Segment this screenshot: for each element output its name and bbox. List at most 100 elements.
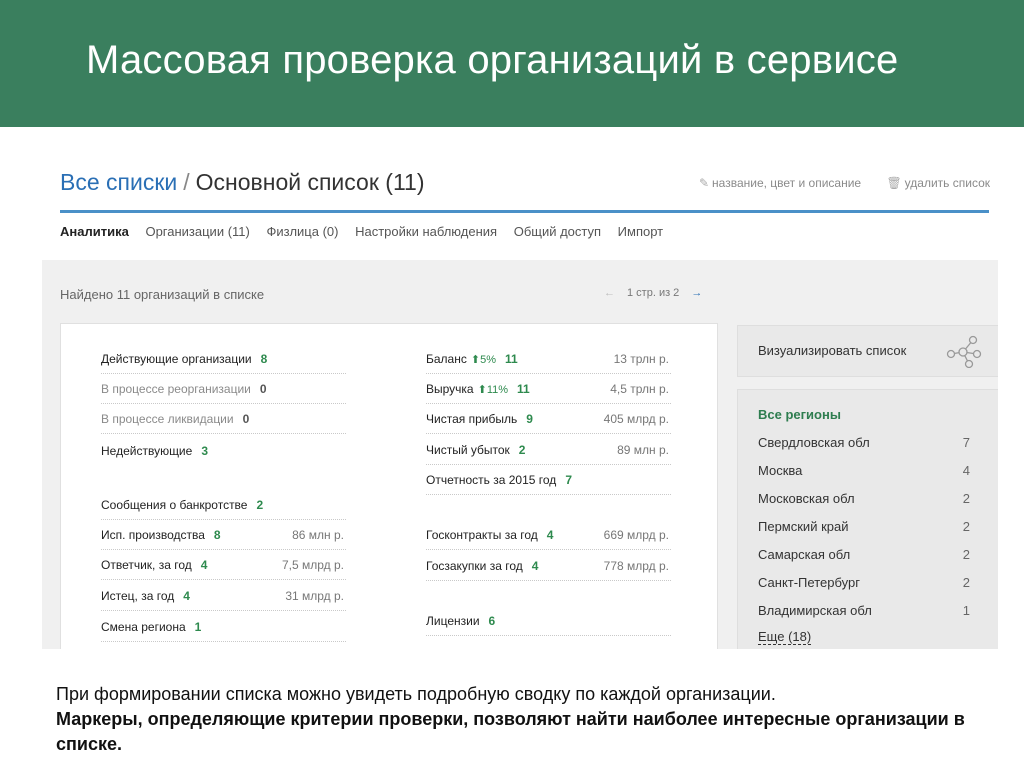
row-label: Баланс (426, 352, 467, 366)
growth-percent: 11% (486, 384, 509, 396)
row-count: 9 (526, 412, 533, 426)
row-count: 3 (201, 444, 208, 458)
row-value: 13 трлн р. (613, 352, 669, 366)
tab-individuals[interactable]: Физлица (0) (266, 224, 338, 239)
slide-title: Массовая проверка организаций в сервисе (86, 38, 899, 82)
region-name: Самарская обл (758, 547, 851, 562)
region-count: 7 (962, 435, 970, 450)
growth-indicator: ⬆5% (471, 354, 496, 366)
caption-plain-text: При формировании списка можно увидеть по… (56, 684, 776, 704)
region-name: Санкт-Петербург (758, 575, 860, 590)
row-count: 0 (259, 382, 267, 396)
breadcrumb-all-lists-link[interactable]: Все списки (60, 169, 177, 195)
region-name: Владимирская обл (758, 603, 872, 618)
list-item-licenses[interactable]: Лицензии 6 (426, 606, 671, 636)
delete-list-link[interactable]: 🗑 удалить список (886, 176, 990, 190)
tab-bar: Аналитика Организации (11) Физлица (0) Н… (60, 224, 676, 239)
row-label: Лицензии (426, 614, 480, 628)
list-item-enforcement[interactable]: Исп. производства 8 86 млн р. (101, 520, 346, 550)
region-count: 4 (962, 463, 970, 478)
list-item-gov-contracts[interactable]: Госконтракты за год 4 669 млрд р. (426, 520, 671, 550)
header-divider (60, 210, 989, 213)
list-item-region-change[interactable]: Смена региона 1 (101, 612, 346, 642)
list-item-reorganization[interactable]: В процессе реорганизации 0 (101, 374, 346, 404)
region-item[interactable]: Московская обл 2 (758, 491, 970, 506)
visualize-list-label: Визуализировать список (758, 343, 907, 358)
row-label: Исп. производства (101, 528, 205, 542)
row-label: Чистый убыток (426, 443, 510, 457)
region-count: 1 (962, 603, 970, 618)
region-item[interactable]: Самарская обл 2 (758, 547, 970, 562)
slide-caption: При формировании списка можно увидеть по… (56, 682, 996, 757)
pager: ← 1 стр. из 2 → (604, 287, 702, 299)
list-item-active-orgs[interactable]: Действующие организации 8 (101, 344, 346, 374)
pencil-icon: ✎ (698, 176, 710, 190)
app-screenshot: Все списки / Основной список (11) ✎ названи… (42, 127, 998, 649)
row-count: 0 (242, 412, 250, 426)
row-value: 4,5 трлн р. (610, 382, 669, 396)
analytics-panel: Найдено 11 организаций в списке ← 1 стр. … (42, 260, 998, 649)
row-count: 2 (256, 498, 264, 512)
row-value: 89 млн р. (617, 443, 669, 457)
region-name: Московская обл (758, 491, 855, 506)
row-label: Госконтракты за год (426, 528, 538, 542)
growth-percent: 5% (480, 354, 496, 366)
arrow-up-icon: ⬆ (477, 384, 487, 396)
row-count: 8 (213, 528, 221, 542)
region-item[interactable]: Свердловская обл 7 (758, 435, 970, 450)
row-count: 6 (488, 614, 496, 628)
network-graph-icon (946, 335, 982, 368)
row-count: 11 (504, 352, 518, 366)
row-count: 8 (260, 352, 268, 366)
region-item[interactable]: Москва 4 (758, 463, 970, 478)
tab-organizations[interactable]: Организации (11) (145, 224, 249, 239)
tab-sharing[interactable]: Общий доступ (514, 224, 601, 239)
row-label: Действующие организации (101, 352, 252, 366)
row-label: Выручка (426, 382, 474, 396)
list-item-defendant[interactable]: Ответчик, за год 4 7,5 млрд р. (101, 550, 346, 580)
region-name: Москва (758, 463, 803, 478)
tab-monitoring-settings[interactable]: Настройки наблюдения (355, 224, 497, 239)
visualize-list-button[interactable]: Визуализировать список (737, 325, 998, 377)
list-item-net-profit[interactable]: Чистая прибыль 9 405 млрд р. (426, 404, 671, 434)
found-count-text: Найдено 11 организаций в списке (60, 287, 265, 302)
region-item[interactable]: Санкт-Петербург 2 (758, 575, 970, 590)
breadcrumb-current: Основной список (11) (195, 169, 425, 195)
row-label: Недействующие (101, 444, 193, 458)
row-count: 1 (194, 620, 202, 634)
list-item-net-loss[interactable]: Чистый убыток 2 89 млн р. (426, 435, 671, 465)
tab-analytics[interactable]: Аналитика (60, 224, 129, 239)
list-item-gov-purchases[interactable]: Госзакупки за год 4 778 млрд р. (426, 551, 671, 581)
prev-page-arrow-icon[interactable]: ← (604, 287, 615, 299)
list-item-revenue[interactable]: Выручка ⬆11% 11 4,5 трлн р. (426, 374, 671, 404)
list-item-plaintiff[interactable]: Истец, за год 4 31 млрд р. (101, 581, 346, 611)
row-count: 11 (517, 382, 530, 396)
list-item-bankruptcy[interactable]: Сообщения о банкротстве 2 (101, 490, 346, 520)
list-item-liquidation[interactable]: В процессе ликвидации 0 (101, 404, 346, 434)
caption-bold-text: Маркеры, определяющие критерии проверки,… (56, 709, 965, 754)
row-label: Госзакупки за год (426, 559, 523, 573)
row-value: 405 млрд р. (603, 412, 669, 426)
next-page-arrow-icon[interactable]: → (691, 287, 702, 299)
row-label: В процессе реорганизации (101, 382, 251, 396)
row-value: 7,5 млрд р. (281, 558, 344, 572)
list-item-reports-2015[interactable]: Отчетность за 2015 год 7 (426, 465, 671, 495)
row-value: 86 млн р. (292, 528, 344, 542)
list-item-inactive[interactable]: Недействующие 3 (101, 436, 346, 465)
tab-import[interactable]: Импорт (618, 224, 663, 239)
more-regions-link[interactable]: Еще (18) (758, 629, 812, 645)
edit-list-label: название, цвет и описание (712, 176, 862, 190)
title-banner: Массовая проверка организаций в сервисе (0, 0, 1024, 127)
row-value: 31 млрд р. (285, 589, 344, 603)
region-item[interactable]: Владимирская обл 1 (758, 603, 970, 618)
all-regions-link[interactable]: Все регионы (758, 407, 841, 422)
row-value: 669 млрд р. (603, 528, 669, 542)
region-count: 2 (962, 575, 970, 590)
row-count: 4 (546, 528, 554, 542)
region-name: Пермский край (758, 519, 849, 534)
delete-list-label: удалить список (904, 176, 990, 190)
region-item[interactable]: Пермский край 2 (758, 519, 970, 534)
list-item-balance[interactable]: Баланс ⬆5% 11 13 трлн р. (426, 344, 671, 374)
edit-list-link[interactable]: ✎ название, цвет и описание (699, 176, 861, 190)
region-count: 2 (962, 547, 970, 562)
